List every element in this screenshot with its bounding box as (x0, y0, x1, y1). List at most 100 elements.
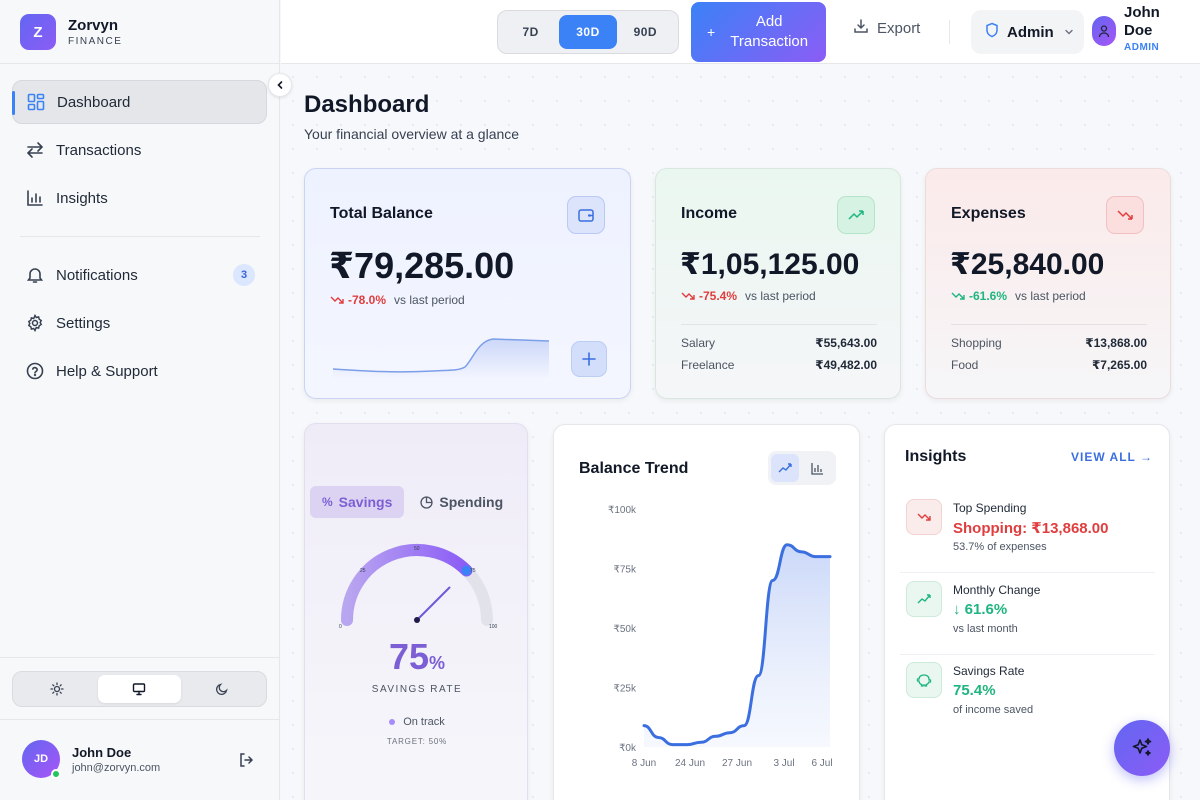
trend-down-icon (681, 292, 695, 300)
sidebar-item-insights[interactable]: Insights (12, 176, 267, 220)
gauge-needle (416, 586, 451, 621)
sidebar-item-label: Insights (56, 189, 108, 207)
brand-subtitle: FINANCE (68, 36, 123, 47)
sidebar-item-label: Notifications (56, 266, 138, 284)
row-value: ₹13,868.00 (1085, 336, 1147, 350)
income-card: Income ₹1,05,125.00 -75.4% vs last perio… (655, 168, 901, 399)
user-icon (1098, 25, 1110, 38)
y-axis-tick-label: ₹0k (619, 743, 637, 754)
bar-chart-button[interactable] (803, 454, 831, 482)
gear-icon (26, 314, 44, 332)
role-label: Admin (1007, 23, 1054, 41)
x-axis-tick-label: 8 Jun (632, 758, 656, 769)
insight-monthly-change[interactable]: Monthly Change ↓ 61.6% vs last month (900, 573, 1155, 655)
balance-trend-card: Balance Trend ₹0k ₹25k ₹50k ₹75k ₹100k 8 Jun… (553, 424, 860, 800)
brand[interactable]: Z Zorvyn FINANCE (20, 14, 122, 50)
sidebar-item-dashboard[interactable]: Dashboard (12, 80, 267, 124)
sidebar-separator (20, 236, 260, 237)
bar-chart-icon (810, 462, 823, 475)
sidebar-divider (0, 63, 280, 64)
bar-chart-icon (26, 189, 44, 207)
insight-value: Shopping: ₹13,868.00 (953, 520, 1109, 537)
tab-spending[interactable]: Spending (408, 486, 515, 518)
collapse-sidebar-button[interactable] (268, 73, 292, 97)
savings-card: % Savings Spending 0 25 50 75 100 75% SA… (304, 423, 528, 800)
x-axis-tick-label: 27 Jun (722, 758, 752, 769)
view-all-link[interactable]: VIEW ALL → (1071, 450, 1153, 464)
trend-up-icon (906, 581, 942, 617)
gauge-tick-label: 0 (339, 624, 342, 630)
logout-icon[interactable] (238, 752, 254, 773)
sidebar-item-label: Dashboard (57, 93, 131, 111)
plus-icon (582, 352, 596, 366)
quick-add-button[interactable] (571, 341, 607, 377)
grid-icon (27, 93, 45, 111)
tab-savings[interactable]: % Savings (310, 486, 405, 518)
bell-icon (26, 266, 44, 284)
card-divider (681, 324, 877, 325)
role-selector[interactable]: Admin (971, 10, 1084, 54)
card-divider (951, 324, 1147, 325)
sidebar-divider (0, 657, 280, 658)
page-title: Dashboard (304, 91, 430, 118)
row-label: Food (951, 358, 979, 372)
row-label: Freelance (681, 358, 735, 372)
online-indicator (51, 769, 61, 779)
expense-row-food: Food ₹7,265.00 (951, 358, 1147, 372)
trend-down-icon (330, 296, 344, 304)
range-7d-button[interactable]: 7D (502, 15, 559, 49)
insight-savings-rate[interactable]: Savings Rate 75.4% of income saved (900, 654, 1155, 736)
insights-title: Insights (905, 448, 967, 465)
insight-top-spending[interactable]: Top Spending Shopping: ₹13,868.00 53.7% … (900, 491, 1155, 573)
sidebar-item-notifications[interactable]: Notifications 3 (12, 253, 267, 297)
line-chart-button[interactable] (771, 454, 799, 482)
avatar[interactable]: JD (22, 740, 61, 779)
y-axis-tick-label: ₹50k (614, 624, 637, 635)
tab-label: Savings (338, 494, 393, 510)
theme-dark-option[interactable] (181, 675, 263, 703)
header-user[interactable]: John Doe ADMIN (1092, 4, 1174, 53)
insight-note: vs last month (953, 623, 1018, 635)
row-value: ₹49,482.00 (815, 358, 877, 372)
chart-type-toggle (768, 451, 836, 485)
range-30d-button[interactable]: 30D (559, 15, 617, 49)
sun-icon (50, 682, 64, 696)
chart-title: Balance Trend (579, 460, 689, 477)
add-transaction-button[interactable]: + Add Transaction (691, 2, 826, 62)
row-value: ₹7,265.00 (1091, 358, 1147, 372)
monitor-icon (133, 683, 146, 696)
ai-assistant-button[interactable] (1114, 720, 1170, 776)
y-axis-tick-label: ₹25k (614, 684, 637, 695)
export-button[interactable]: Export (853, 18, 920, 38)
sidebar-item-transactions[interactable]: Transactions (12, 128, 267, 172)
sparkles-icon (1132, 738, 1152, 756)
moon-icon (215, 683, 228, 696)
savings-gauge: 0 25 50 75 100 (339, 544, 498, 630)
delta-value: -78.0% (348, 293, 387, 307)
insight-label: Monthly Change (953, 583, 1041, 597)
balance-delta: -78.0% vs last period (330, 293, 465, 307)
insight-label: Top Spending (953, 501, 1027, 515)
x-axis-tick-label: 24 Jun (675, 758, 705, 769)
header-user-name: John Doe (1124, 4, 1160, 39)
trend-down-icon (951, 292, 965, 300)
income-row-salary: Salary ₹55,643.00 (681, 336, 877, 350)
row-label: Shopping (951, 336, 1002, 350)
chevron-down-icon (1064, 24, 1074, 41)
range-90d-button[interactable]: 90D (617, 15, 674, 49)
status-dot (389, 719, 396, 725)
sidebar-item-help[interactable]: Help & Support (12, 349, 267, 393)
help-icon (26, 362, 44, 380)
arrows-icon (26, 141, 44, 159)
sidebar-item-settings[interactable]: Settings (12, 301, 267, 345)
gauge-tick-label: 75 (470, 568, 476, 574)
theme-system-option[interactable] (98, 675, 181, 703)
percent-icon: % (322, 495, 333, 509)
total-balance-card: Total Balance ₹79,285.00 -78.0% vs last … (304, 168, 631, 399)
theme-light-option[interactable] (16, 675, 98, 703)
page-subtitle: Your financial overview at a glance (304, 126, 520, 142)
savings-value: 75% (305, 636, 529, 678)
date-range-selector: 7D 30D 90D (497, 10, 679, 54)
download-icon (853, 18, 869, 38)
brand-logo: Z (20, 14, 56, 50)
